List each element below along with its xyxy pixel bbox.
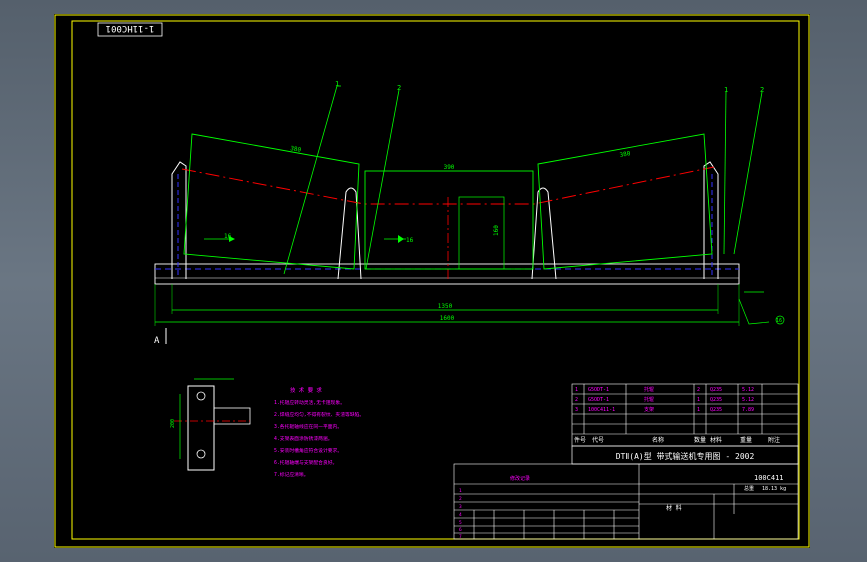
leader-1-left — [283, 85, 338, 275]
list-item: 7 — [459, 534, 462, 540]
title-block — [453, 463, 799, 540]
notes-title: 技 术 要 求 — [290, 386, 322, 394]
svg-text:Q235: Q235 — [710, 397, 722, 403]
svg-text:附注: 附注 — [768, 436, 780, 444]
part-1-label-left: 1 — [335, 80, 339, 88]
part-2-label-right: 2 — [760, 86, 764, 94]
list-item: 5 — [459, 520, 462, 526]
callout-arrow-center — [398, 235, 404, 243]
part-2-label-left: 2 — [397, 84, 401, 92]
svg-text:数量: 数量 — [694, 436, 706, 444]
leader-2-right — [733, 91, 763, 255]
table-row: 2 — [575, 397, 578, 403]
drawing-sheet[interactable]: 1-11HC001 1 2 1 2 16 16 1350 1600 380 38… — [54, 14, 810, 548]
left-bracket[interactable] — [171, 161, 187, 279]
svg-text:5.12: 5.12 — [742, 397, 754, 403]
side-view-beam-section — [213, 407, 251, 425]
svg-text:5.12: 5.12 — [742, 387, 754, 393]
svg-text:100C411-1: 100C411-1 — [588, 407, 615, 413]
note-line: 5.安装时槽角应符合设计要求。 — [274, 447, 342, 454]
part-1-label-right: 1 — [724, 86, 728, 94]
material-title: 材 料 — [666, 504, 682, 512]
height-dim: 160 — [493, 225, 500, 236]
svg-text:G5ODT-1: G5ODT-1 — [588, 397, 609, 403]
svg-text:托辊: 托辊 — [644, 386, 654, 393]
leader-2-left — [365, 89, 400, 270]
cad-viewport[interactable]: 1-11HC001 1 2 1 2 16 16 1350 1600 380 38… — [0, 0, 867, 562]
standard-title: DTⅡ(A)型 带式输送机专用图 - 2002 — [616, 451, 755, 461]
list-item: 4 — [459, 512, 462, 518]
svg-text:托辊: 托辊 — [644, 396, 654, 403]
inner-frame — [71, 20, 800, 540]
callout-center: 16 — [406, 237, 414, 244]
leader-1-right — [723, 91, 727, 255]
svg-text:名称: 名称 — [652, 436, 664, 444]
right-bracket[interactable] — [703, 161, 719, 279]
left-wing-roller[interactable] — [183, 133, 360, 270]
side-view-height-dim: 200 — [170, 419, 176, 428]
parts-table-rows: 1 G5ODT-1 托辊 2 Q235 5.12 2 G5ODT-1 托辊 1 … — [575, 386, 754, 413]
parts-table — [571, 383, 799, 447]
drawing-canvas[interactable]: 1-11HC001 1 2 1 2 16 16 1350 1600 380 38… — [54, 14, 810, 548]
table-row: 1 — [575, 387, 578, 393]
wing-right-dim: 380 — [619, 150, 631, 159]
svg-text:材料: 材料 — [710, 436, 722, 444]
svg-text:1: 1 — [697, 397, 700, 403]
center-roller[interactable] — [364, 170, 534, 270]
overall-width-dim: 1600 — [440, 315, 455, 322]
revision-title: 修改记录 — [510, 475, 530, 482]
callout-left-top: 16 — [224, 233, 232, 240]
svg-text:G5ODT-1: G5ODT-1 — [588, 387, 609, 393]
svg-text:1: 1 — [697, 407, 700, 413]
weight-value: 18.13 kg — [762, 486, 786, 492]
view-label: A — [154, 336, 160, 346]
list-item: 2 — [459, 496, 462, 502]
drawing-number: 100C411 — [754, 474, 784, 482]
note-line: 4.支架表面涂防锈漆两遍。 — [274, 435, 333, 442]
side-view-plate[interactable] — [187, 385, 215, 471]
list-item: 3 — [459, 504, 462, 510]
outer-frame — [54, 14, 810, 548]
note-line: 2.焊缝应均匀,不得有裂纹、夹渣等缺陷。 — [274, 411, 364, 418]
note-line: 6.托辊轴端与支架配合良好。 — [274, 459, 337, 466]
list-item: 6 — [459, 527, 462, 533]
svg-text:重量: 重量 — [740, 436, 752, 444]
wing-left-dim: 380 — [290, 145, 302, 154]
notes-list: 1.托辊应转动灵活,无卡阻现象。 2.焊缝应均匀,不得有裂纹、夹渣等缺陷。 3.… — [274, 399, 364, 478]
svg-text:2: 2 — [697, 387, 700, 393]
list-item: 1 — [459, 488, 462, 494]
revision-rows: 1 2 3 4 5 6 7 — [459, 488, 462, 540]
weight-label: 总重 — [744, 485, 754, 492]
drawing-number-rotated: 1-11HC001 — [106, 23, 155, 33]
svg-text:代号: 代号 — [592, 436, 604, 444]
svg-text:7.89: 7.89 — [742, 407, 754, 413]
table-row: 3 — [575, 407, 578, 413]
note-line: 1.托辊应转动灵活,无卡阻现象。 — [274, 399, 345, 406]
note-line: 3.各托辊轴线应在同一平面内。 — [274, 423, 342, 430]
svg-text:Q235: Q235 — [710, 407, 722, 413]
center-length-dim: 390 — [444, 164, 455, 171]
svg-text:支架: 支架 — [644, 406, 654, 413]
side-view-hole-bottom — [196, 449, 206, 459]
callout-right: 16 — [776, 318, 782, 324]
svg-text:Q235: Q235 — [710, 387, 722, 393]
side-view-hole-top — [196, 391, 206, 401]
base-beam[interactable] — [154, 263, 740, 285]
inner-width-dim: 1350 — [438, 303, 453, 310]
parts-table-header: 件号 代号 名称 数量 材料 重量 附注 — [574, 436, 780, 444]
note-line: 7.标记应清晰。 — [274, 471, 309, 478]
svg-text:件号: 件号 — [574, 436, 586, 444]
